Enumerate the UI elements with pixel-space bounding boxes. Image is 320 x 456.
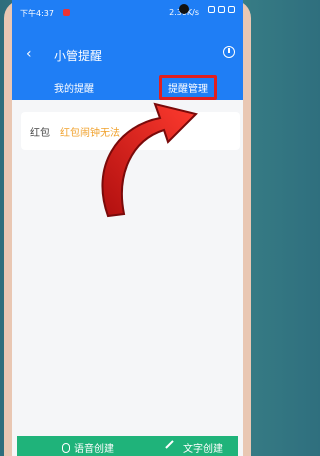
pen-icon [165,439,181,456]
status-time: 下午4:37 [20,9,54,18]
status-icons [208,6,235,13]
signal-icon [208,6,215,13]
app-bar: ‹ 小管提醒 [12,38,243,72]
mic-icon [62,442,70,453]
front-camera [179,4,189,14]
text-create-label: 文字创建 [183,444,223,455]
text-create-button[interactable]: 文字创建 [165,439,223,456]
wifi-icon [218,6,225,13]
bottom-action-bar: 语音创建 文字创建 [17,436,238,456]
voice-create-label: 语音创建 [74,444,114,455]
battery-icon [228,6,235,13]
annotation-arrow [101,102,198,218]
screen: 下午4:37 2.30K/s ‹ 小管提醒 我的提醒 提醒管理 红包 红包闹钟无… [12,0,243,456]
clock-icon[interactable] [223,46,235,58]
status-bar: 下午4:37 2.30K/s [12,0,243,38]
voice-create-button[interactable]: 语音创建 [62,440,114,455]
page-title: 小管提醒 [54,49,103,63]
notification-icon [63,9,70,16]
back-icon[interactable]: ‹ [26,46,32,62]
reminder-label: 红包 [30,128,50,139]
